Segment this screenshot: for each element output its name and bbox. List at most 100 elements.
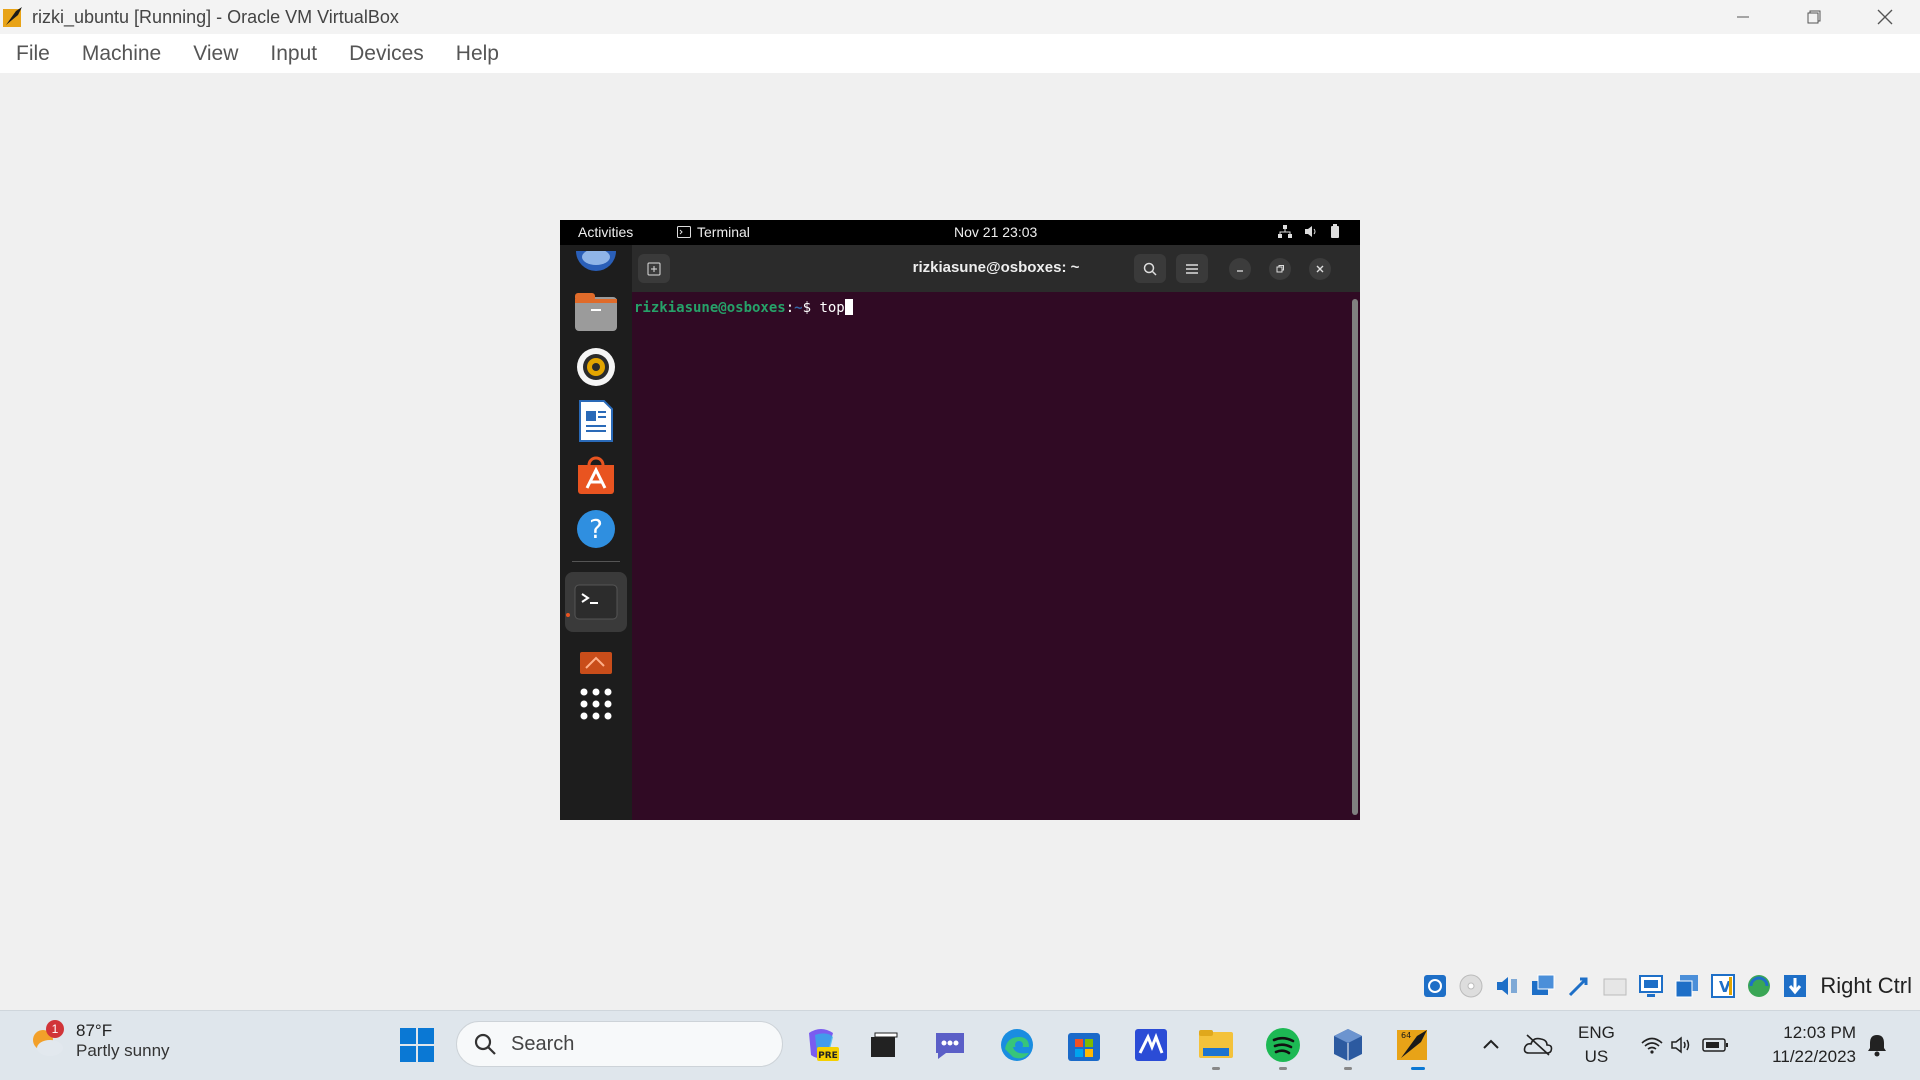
weather-widget[interactable]: 1 87°F Partly sunny [28, 1020, 170, 1061]
copilot-icon[interactable]: PRE [801, 1025, 841, 1065]
spotify-running-indicator [1279, 1067, 1287, 1070]
taskbar-date: 11/22/2023 [1772, 1047, 1856, 1066]
guest-screen[interactable]: Activities Terminal Nov 21 23:03 ? rizki… [560, 220, 1360, 820]
prompt-symbol: $ [802, 300, 820, 316]
optical-drive-icon[interactable] [1456, 971, 1486, 1001]
weather-temp: 87°F [76, 1021, 113, 1040]
help-icon[interactable]: ? [573, 506, 619, 552]
command-text: top [819, 300, 845, 316]
file-explorer-icon[interactable] [1196, 1025, 1236, 1065]
window-titlebar: rizki_ubuntu [Running] - Oracle VM Virtu… [0, 0, 1920, 34]
edge-icon[interactable] [997, 1025, 1037, 1065]
virtualbox-icon [2, 5, 26, 29]
usb-icon[interactable] [1564, 971, 1594, 1001]
windows-taskbar: 1 87°F Partly sunny Search PRE 64 ENG US… [0, 1010, 1920, 1080]
svg-text:?: ? [589, 515, 603, 545]
spotify-icon[interactable] [1263, 1025, 1303, 1065]
window-title: rizki_ubuntu [Running] - Oracle VM Virtu… [32, 6, 399, 27]
terminal-window[interactable]: rizkiasune@osboxes: ~ rizkiasune@osboxes… [632, 245, 1360, 820]
terminal-output[interactable]: rizkiasune@osboxes:~$ top [632, 292, 1360, 820]
rhythmbox-icon[interactable] [573, 344, 619, 390]
host-key-label[interactable]: Right Ctrl [1820, 973, 1912, 999]
terminal-close-button[interactable] [1309, 258, 1331, 280]
vm-display[interactable]: Activities Terminal Nov 21 23:03 ? rizki… [0, 73, 1920, 1005]
gnome-clock[interactable]: Nov 21 23:03 [954, 224, 1037, 240]
video-capture-icon[interactable] [1672, 971, 1702, 1001]
vt-x-icon[interactable]: V [1708, 971, 1738, 1001]
terminal-maximize-button[interactable] [1269, 258, 1291, 280]
close-icon [1316, 265, 1324, 273]
volume-icon [1671, 1036, 1690, 1054]
terminal-icon[interactable] [565, 572, 627, 632]
shared-folders-icon[interactable] [1600, 971, 1630, 1001]
search-placeholder: Search [511, 1032, 575, 1055]
prompt-path: ~ [794, 300, 803, 316]
running-indicator [566, 613, 570, 617]
writer-icon[interactable] [573, 398, 619, 444]
virtualbox-taskbar-icon[interactable] [1328, 1025, 1368, 1065]
app-menu[interactable]: Terminal [677, 224, 750, 240]
minimize-icon [1237, 270, 1243, 272]
task-view-icon[interactable] [863, 1025, 903, 1065]
minimize-button[interactable] [1707, 0, 1778, 34]
activities-button[interactable]: Activities [578, 224, 633, 240]
volume-icon [1305, 225, 1316, 237]
prompt-user: rizkiasune@osboxes [634, 300, 786, 316]
system-menu[interactable] [1278, 224, 1340, 238]
software-icon[interactable] [573, 452, 619, 498]
app-menu-label: Terminal [697, 224, 750, 240]
minimize-icon [1736, 16, 1749, 18]
terminal-small-icon [677, 226, 691, 238]
wifi-icon [1641, 1037, 1663, 1054]
notifications-button[interactable] [1857, 1025, 1897, 1065]
taskbar-search[interactable]: Search [456, 1021, 783, 1067]
removable-icon[interactable] [573, 640, 619, 686]
close-button[interactable] [1849, 0, 1920, 34]
menu-devices[interactable]: Devices [349, 42, 424, 66]
restore-icon [1276, 265, 1284, 273]
menu-file[interactable]: File [16, 42, 50, 66]
show-hidden-icons-button[interactable] [1471, 1025, 1511, 1065]
app-grid-icon[interactable] [573, 681, 619, 727]
display-icon[interactable] [1636, 971, 1666, 1001]
menu-input[interactable]: Input [270, 42, 317, 66]
hamburger-icon [1186, 263, 1198, 274]
weather-badge: 1 [46, 1020, 64, 1038]
mouse-integration-icon[interactable] [1780, 971, 1810, 1001]
terminal-scrollbar[interactable] [1352, 299, 1358, 815]
mathworks-icon[interactable] [1131, 1025, 1171, 1065]
files-icon[interactable] [573, 290, 619, 336]
taskbar-time: 12:03 PM [1783, 1023, 1856, 1042]
prompt-separator: : [785, 300, 795, 316]
network-icon[interactable] [1528, 971, 1558, 1001]
svg-text:64: 64 [1401, 1031, 1411, 1040]
thunderbird-icon[interactable] [573, 245, 619, 291]
start-button[interactable] [397, 1025, 437, 1065]
onedrive-icon[interactable] [1518, 1025, 1558, 1065]
microsoft-store-icon[interactable] [1064, 1025, 1104, 1065]
menu-machine[interactable]: Machine [82, 42, 161, 66]
terminal-search-button[interactable] [1134, 254, 1166, 283]
battery-icon [1702, 1038, 1728, 1052]
bell-icon [1868, 1035, 1886, 1057]
language-bottom: US [1584, 1047, 1609, 1066]
restore-button[interactable] [1778, 0, 1849, 34]
taskbar-clock[interactable]: 12:03 PM 11/22/2023 [1772, 1021, 1856, 1069]
vm-window-taskbar-icon[interactable]: 64 [1394, 1025, 1434, 1065]
quick-settings-button[interactable] [1632, 1025, 1738, 1065]
search-icon [1143, 262, 1157, 276]
guest-additions-icon[interactable] [1744, 971, 1774, 1001]
vm-status-bar: V Right Ctrl [1420, 968, 1920, 1004]
windows-logo-icon [400, 1028, 434, 1062]
menu-help[interactable]: Help [456, 42, 499, 66]
hard-disk-icon[interactable] [1420, 971, 1450, 1001]
terminal-menu-button[interactable] [1176, 254, 1208, 283]
teams-icon[interactable] [930, 1025, 970, 1065]
weather-icon: 1 [28, 1020, 66, 1060]
close-icon [1877, 9, 1892, 25]
audio-icon[interactable] [1492, 971, 1522, 1001]
terminal-minimize-button[interactable] [1229, 258, 1251, 280]
language-indicator[interactable]: ENG US [1578, 1021, 1615, 1069]
ubuntu-dock: ? [560, 245, 632, 820]
menu-view[interactable]: View [193, 42, 238, 66]
